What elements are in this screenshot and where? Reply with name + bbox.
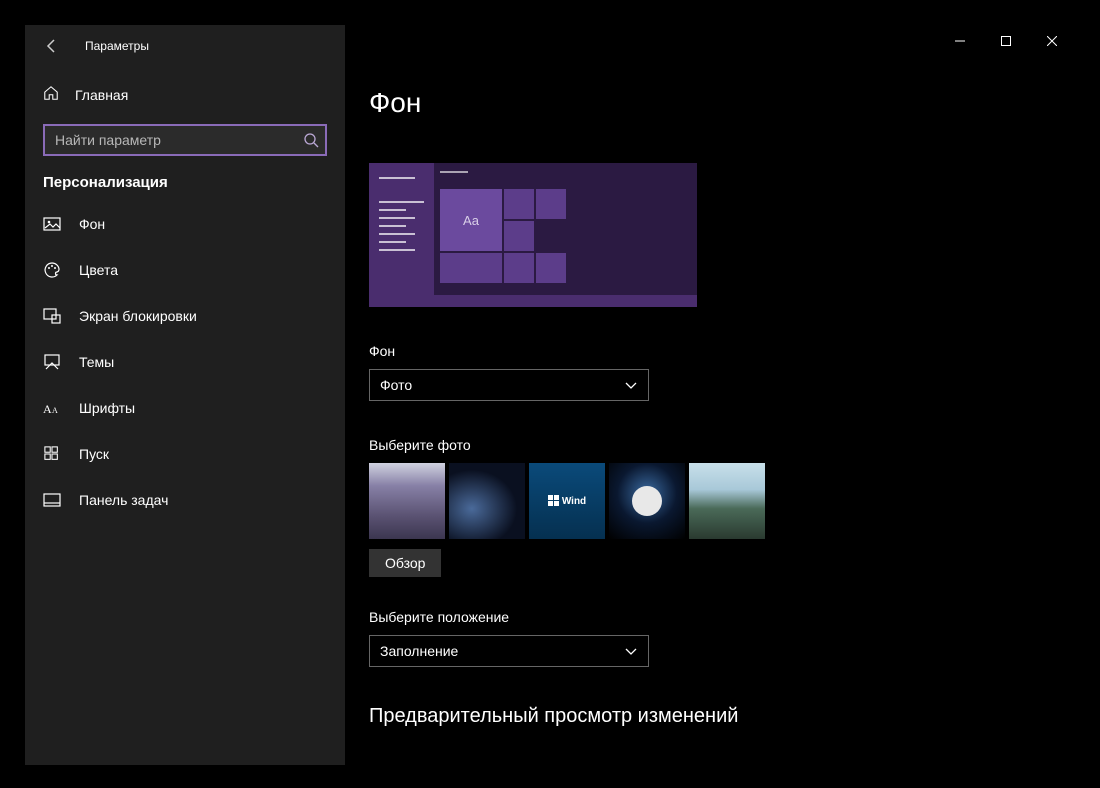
photo-thumb-1[interactable] xyxy=(369,463,445,539)
svg-text:A: A xyxy=(43,402,52,416)
preview-tiles: Aa xyxy=(434,163,697,295)
sidebar-item-label: Цвета xyxy=(79,262,118,278)
background-section-label: Фон xyxy=(369,343,1075,359)
photo-thumb-2[interactable] xyxy=(449,463,525,539)
sidebar-item-lockscreen[interactable]: Экран блокировки xyxy=(25,293,345,339)
window-controls xyxy=(937,25,1075,57)
sidebar-item-fonts[interactable]: AA Шрифты xyxy=(25,385,345,431)
close-icon xyxy=(1047,36,1057,46)
category-title: Персонализация xyxy=(25,174,345,201)
search-input[interactable] xyxy=(43,124,327,156)
desktop-preview: Aa xyxy=(369,163,697,295)
position-label: Выберите положение xyxy=(369,609,1075,625)
back-button[interactable] xyxy=(43,37,61,55)
home-icon xyxy=(43,85,59,104)
sidebar-item-label: Фон xyxy=(79,216,105,232)
sidebar-body: Главная Персонализация Фон Цвета xyxy=(25,69,345,523)
palette-icon xyxy=(43,261,61,279)
app-title: Параметры xyxy=(85,39,149,53)
sidebar-item-background[interactable]: Фон xyxy=(25,201,345,247)
fonts-icon: AA xyxy=(43,399,61,417)
sidebar-item-taskbar[interactable]: Панель задач xyxy=(25,477,345,523)
photo-thumb-3[interactable]: Wind xyxy=(529,463,605,539)
win-tile-text: Wind xyxy=(562,496,586,507)
browse-button[interactable]: Обзор xyxy=(369,549,441,577)
start-icon xyxy=(43,445,61,463)
preview-start-menu xyxy=(369,163,434,295)
photo-thumbnails: Wind xyxy=(369,463,1075,539)
preview-taskbar xyxy=(369,295,697,307)
sidebar-header: Параметры xyxy=(25,25,345,69)
sidebar-item-label: Пуск xyxy=(79,446,109,462)
preview-panel: Aa xyxy=(369,163,1075,307)
sidebar-item-themes[interactable]: Темы xyxy=(25,339,345,385)
sidebar-item-colors[interactable]: Цвета xyxy=(25,247,345,293)
svg-text:A: A xyxy=(52,406,58,415)
position-dropdown[interactable]: Заполнение xyxy=(369,635,649,667)
maximize-button[interactable] xyxy=(983,25,1029,57)
photo-thumb-5[interactable] xyxy=(689,463,765,539)
lockscreen-icon xyxy=(43,307,61,325)
chevron-down-icon xyxy=(624,644,638,658)
picture-icon xyxy=(43,215,61,233)
maximize-icon xyxy=(1001,36,1011,46)
minimize-button[interactable] xyxy=(937,25,983,57)
photo-thumb-4[interactable] xyxy=(609,463,685,539)
sidebar-item-label: Панель задач xyxy=(79,492,168,508)
preview-sample-text: Aa xyxy=(440,189,502,251)
chevron-down-icon xyxy=(624,378,638,392)
sidebar-item-start[interactable]: Пуск xyxy=(25,431,345,477)
sidebar: Параметры Главная Персонализация xyxy=(25,25,345,765)
themes-icon xyxy=(43,353,61,371)
preview-heading: Предварительный просмотр изменений xyxy=(369,705,1075,728)
dropdown-value: Заполнение xyxy=(380,643,458,659)
minimize-icon xyxy=(955,36,965,46)
close-button[interactable] xyxy=(1029,25,1075,57)
sidebar-item-label: Шрифты xyxy=(79,400,135,416)
taskbar-icon xyxy=(43,491,61,509)
background-dropdown[interactable]: Фото xyxy=(369,369,649,401)
choose-photo-label: Выберите фото xyxy=(369,437,1075,453)
page-title: Фон xyxy=(369,87,1075,119)
search-wrap xyxy=(43,124,327,156)
sidebar-home[interactable]: Главная xyxy=(25,75,345,114)
sidebar-home-label: Главная xyxy=(75,87,128,103)
settings-window: Параметры Главная Персонализация xyxy=(25,25,1075,765)
content: Фон Aa xyxy=(345,25,1075,765)
arrow-left-icon xyxy=(44,38,60,54)
dropdown-value: Фото xyxy=(380,377,412,393)
sidebar-item-label: Экран блокировки xyxy=(79,308,197,324)
sidebar-item-label: Темы xyxy=(79,354,114,370)
